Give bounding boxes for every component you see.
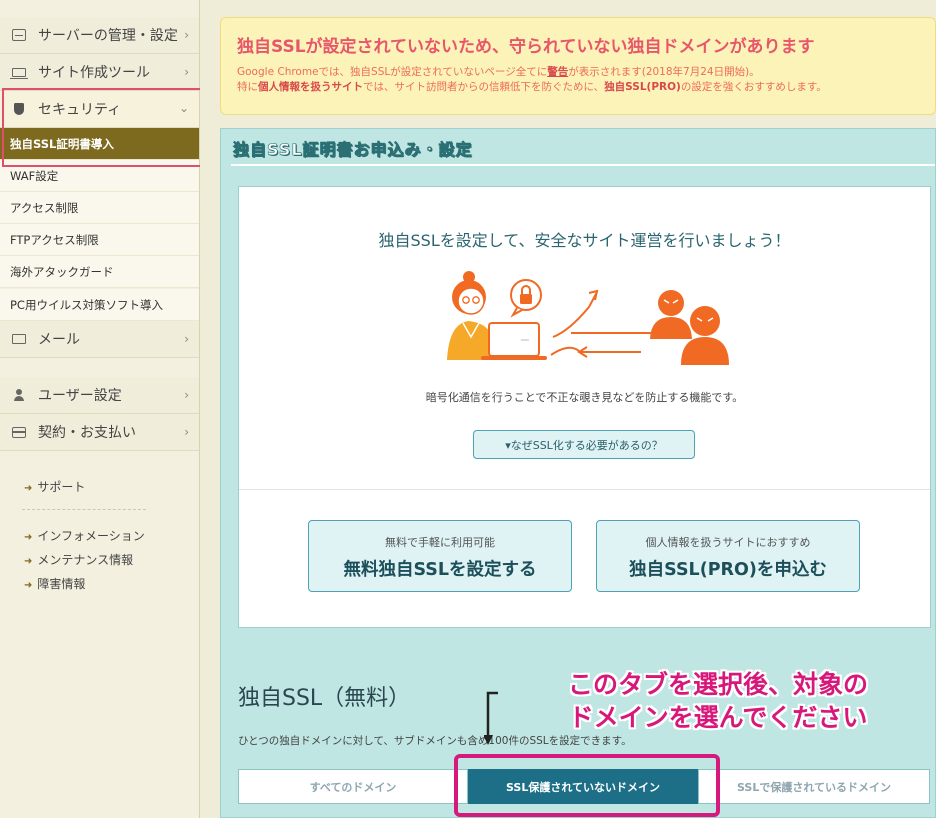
ssl-warning-banner: 独自SSLが設定されていないため、守られていない独自ドメインがあります Goog… — [220, 17, 936, 115]
ssl-certificate-panel: 独自SSL証明書お申込み・設定 独自SSLを設定して、安全なサイト運営を行いまし… — [220, 128, 936, 818]
warning-text: Google Chromeでは、独自SSLが設定されていないページ全てに — [237, 66, 548, 78]
sidebar-subitem-antivirus[interactable]: PC用ウイルス対策ソフト導入 — [0, 289, 199, 321]
mail-icon — [12, 334, 26, 344]
warning-text: が表示されます(2018年7月24日開始)。 — [568, 66, 760, 78]
card-heading: 独自SSLを設定して、安全なサイト運営を行いましょう！ — [378, 231, 791, 250]
sidebar-subitem-attack-guard[interactable]: 海外アタックガード — [0, 256, 199, 288]
panel-title: 独自SSL証明書お申込み・設定 — [233, 140, 473, 160]
sidebar-item-user-settings[interactable]: ユーザー設定 › — [0, 377, 199, 414]
chevron-right-icon: › — [184, 332, 189, 346]
divider — [239, 489, 930, 490]
person-icon — [447, 271, 493, 360]
sidebar-link-outage[interactable]: 障害情報 — [24, 575, 85, 592]
ssl-intro-card: 独自SSLを設定して、安全なサイト運営を行いましょう！ 暗号化通信を行うことで不… — [238, 186, 931, 628]
warning-line-2: 特に個人情報を扱うサイトでは、サイト訪問者からの信頼低下を防ぐために、独自SSL… — [237, 80, 919, 95]
warning-emphasis: 独自SSL(PRO) — [604, 81, 681, 93]
tab-all-domains[interactable]: すべてのドメイン — [238, 769, 468, 804]
warning-emphasis: 個人情報を扱うサイト — [258, 81, 363, 93]
sidebar-item-server[interactable]: サーバーの管理・設定 › — [0, 17, 199, 54]
warning-emphasis: 警告 — [547, 66, 569, 78]
sidebar-item-mail[interactable]: メール › — [0, 321, 199, 358]
arrow-down-icon — [484, 691, 498, 745]
sidebar-item-label: サーバーの管理・設定 — [38, 28, 178, 44]
laptop-illustration — [481, 322, 547, 360]
chevron-right-icon: › — [184, 425, 189, 439]
laptop-icon — [10, 67, 28, 79]
sidebar-subitem-ftp-limit[interactable]: FTPアクセス制限 — [0, 224, 199, 256]
free-ssl-section-description: ひとつの独自ドメインに対して、サブドメインも含め100件のSSLを設定できます。 — [238, 735, 632, 747]
annotation-line: ドメインを選んでください — [568, 703, 868, 732]
credit-card-icon — [12, 426, 26, 438]
tab-highlight-box — [454, 754, 720, 817]
pro-ssl-apply-button[interactable]: 個人情報を扱うサイトにおすすめ 独自SSL(PRO)を申込む — [596, 520, 860, 592]
button-label: 独自SSL(PRO)を申込む — [629, 560, 827, 580]
warning-title: 独自SSLが設定されていないため、守られていない独自ドメインがあります — [237, 37, 815, 57]
why-ssl-toggle-button[interactable]: ▾なぜSSL化する必要があるの？ — [473, 430, 695, 459]
user-icon — [12, 389, 26, 401]
instruction-annotation: このタブを選択後、対象の ドメインを選んでください — [538, 668, 898, 734]
sidebar-item-label: ユーザー設定 — [38, 388, 122, 404]
sidebar-item-billing[interactable]: 契約・お支払い › — [0, 414, 199, 451]
server-icon — [12, 29, 26, 41]
sidebar: サーバーの管理・設定 › サイト作成ツール › セキュリティ ⌄ 独自SSL証明… — [0, 0, 203, 818]
security-illustration — [447, 271, 729, 365]
sidebar-item-label: サイト作成ツール — [38, 65, 150, 81]
warning-text: では、サイト訪問者からの信頼低下を防ぐために、 — [363, 81, 605, 93]
chevron-right-icon: › — [184, 388, 189, 402]
lock-icon — [510, 279, 542, 318]
warning-line-1: Google Chromeでは、独自SSLが設定されていないページ全てに警告が表… — [237, 65, 919, 80]
warning-text: 特に — [237, 81, 258, 93]
sidebar-link-support[interactable]: サポート — [24, 478, 85, 495]
button-caption: 個人情報を扱うサイトにおすすめ — [645, 536, 811, 549]
arrow-icon — [550, 289, 651, 358]
annotation-line: このタブを選択後、対象の — [567, 670, 868, 699]
free-ssl-section-title: 独自SSL（無料） — [238, 686, 411, 711]
chevron-right-icon: › — [184, 65, 189, 79]
free-ssl-setup-button[interactable]: 無料で手軽に利用可能 無料独自SSLを設定する — [308, 520, 572, 592]
tab-protected-domains[interactable]: SSLで保護されているドメイン — [698, 769, 930, 804]
chevron-right-icon: › — [184, 28, 189, 42]
button-caption: 無料で手軽に利用可能 — [385, 536, 495, 549]
warning-text: の設定を強くおすすめします。 — [680, 81, 827, 93]
sidebar-item-label: メール — [38, 332, 80, 348]
card-description: 暗号化通信を行うことで不正な覗き見などを防止する機能です。 — [425, 391, 744, 404]
sidebar-item-site-tools[interactable]: サイト作成ツール › — [0, 54, 199, 91]
sidebar-link-maintenance[interactable]: メンテナンス情報 — [24, 551, 133, 568]
main-content: 独自SSLが設定されていないため、守られていない独自ドメインがあります Goog… — [200, 0, 936, 818]
button-label: 無料独自SSLを設定する — [343, 560, 537, 580]
divider — [231, 164, 935, 166]
divider — [22, 509, 146, 510]
sidebar-link-information[interactable]: インフォメーション — [24, 527, 144, 544]
attacker-icon — [650, 290, 729, 365]
highlight-box — [2, 88, 203, 167]
sidebar-item-label: 契約・お支払い — [38, 425, 136, 441]
sidebar-subitem-access-limit[interactable]: アクセス制限 — [0, 192, 199, 224]
